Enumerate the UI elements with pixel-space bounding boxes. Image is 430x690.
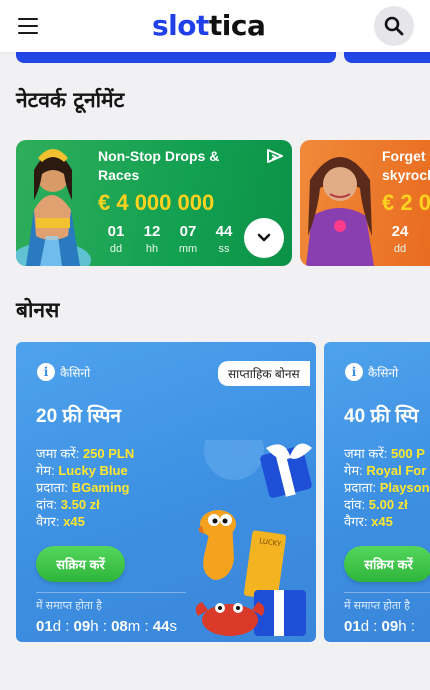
countdown-days: 24 — [391, 223, 409, 240]
tournament-card[interactable]: Forget y skyrock € 2 0 24 dd — [300, 140, 430, 266]
ends-in-label: में समाप्त होता है — [344, 600, 410, 612]
chevron-down-icon — [257, 233, 271, 242]
countdown-days-label: dd — [109, 243, 123, 255]
tournament-card[interactable]: Non-Stop Drops & Races € 4 000 000 01 dd… — [16, 140, 292, 266]
info-icon[interactable]: i — [37, 363, 55, 381]
bonus-card: i कैसिनो साप्ताहिक बोनस 20 फ्री स्पिन जम… — [16, 342, 316, 642]
tournament-name-line2: skyrock — [382, 167, 430, 183]
activate-bonus-button[interactable]: सक्रिय करें — [344, 546, 430, 582]
countdown-hours: 12 — [143, 223, 161, 240]
page: slottica नेटवर्क टूर्नामेंट Non-Stop Dro… — [0, 0, 430, 690]
bonus-headline: 20 फ्री स्पिन — [36, 406, 121, 427]
bonus-game: गेम: Royal For — [344, 463, 427, 478]
bonus-headline: 40 फ्री स्पि — [344, 406, 419, 427]
bonus-card: i कैसिनो 40 फ्री स्पि जमा करें: 500 P गे… — [324, 342, 430, 642]
tournament-prize: € 2 0 — [382, 190, 430, 215]
countdown-minutes-label: mm — [178, 243, 198, 255]
ends-in-label: में समाप्त होता है — [36, 600, 102, 612]
hamburger-menu-icon[interactable] — [18, 17, 38, 35]
weekly-bonus-badge: साप्ताहिक बोनस — [218, 361, 310, 386]
countdown-days: 01 — [107, 223, 125, 240]
banner-remnant[interactable] — [16, 52, 336, 63]
bonus-deposit: जमा करें: 500 P — [344, 446, 425, 461]
info-icon[interactable]: i — [345, 363, 363, 381]
countdown-days-label: dd — [393, 243, 407, 255]
bonus-provider: प्रदाता: Playson — [344, 480, 430, 495]
search-button[interactable] — [374, 6, 414, 46]
bonus-game: गेम: Lucky Blue — [36, 463, 128, 478]
bonus-bet: दांव: 3.50 zł — [36, 497, 100, 512]
bonus-provider: प्रदाता: BGaming — [36, 480, 130, 495]
tournament-prize: € 4 000 000 — [98, 190, 215, 215]
expand-button[interactable] — [244, 218, 284, 258]
countdown-seconds-label: ss — [218, 243, 230, 255]
divider — [344, 592, 430, 593]
play-icon[interactable] — [266, 148, 284, 164]
tournaments-title: नेटवर्क टूर्नामेंट — [16, 88, 125, 112]
bonus-category: कैसिनो — [368, 366, 399, 380]
banner-remnant[interactable] — [344, 52, 430, 63]
countdown-minutes: 07 — [179, 223, 197, 240]
tournament-character-art — [306, 157, 374, 266]
activate-bonus-button[interactable]: सक्रिय करें — [36, 546, 125, 582]
bonus-bet: दांव: 5.00 zł — [344, 497, 408, 512]
bonus-category: कैसिनो — [60, 366, 91, 380]
countdown-seconds: 44 — [215, 223, 233, 240]
bonus-deposit: जमा करें: 250 PLN — [36, 446, 135, 461]
bonus-wager: वैगर: x45 — [36, 514, 85, 529]
countdown-hours-label: hh — [145, 243, 159, 255]
bonus-timer: 01d : 09h : — [344, 618, 415, 635]
tournament-name-line2: Races — [98, 167, 140, 183]
bonuses-title: बोनस — [16, 298, 60, 322]
gift-box-illustration: LUCKY — [195, 440, 312, 636]
divider — [36, 592, 186, 593]
tournament-name: Non-Stop Drops & — [98, 148, 220, 164]
top-header: slottica — [0, 0, 430, 52]
bonus-timer: 01d : 09h : 08m : 44s — [36, 618, 177, 635]
tournament-name: Forget y — [382, 148, 430, 164]
slottica-logo[interactable]: slottica — [152, 9, 266, 42]
bonus-wager: वैगर: x45 — [344, 514, 393, 529]
search-icon — [384, 16, 404, 36]
